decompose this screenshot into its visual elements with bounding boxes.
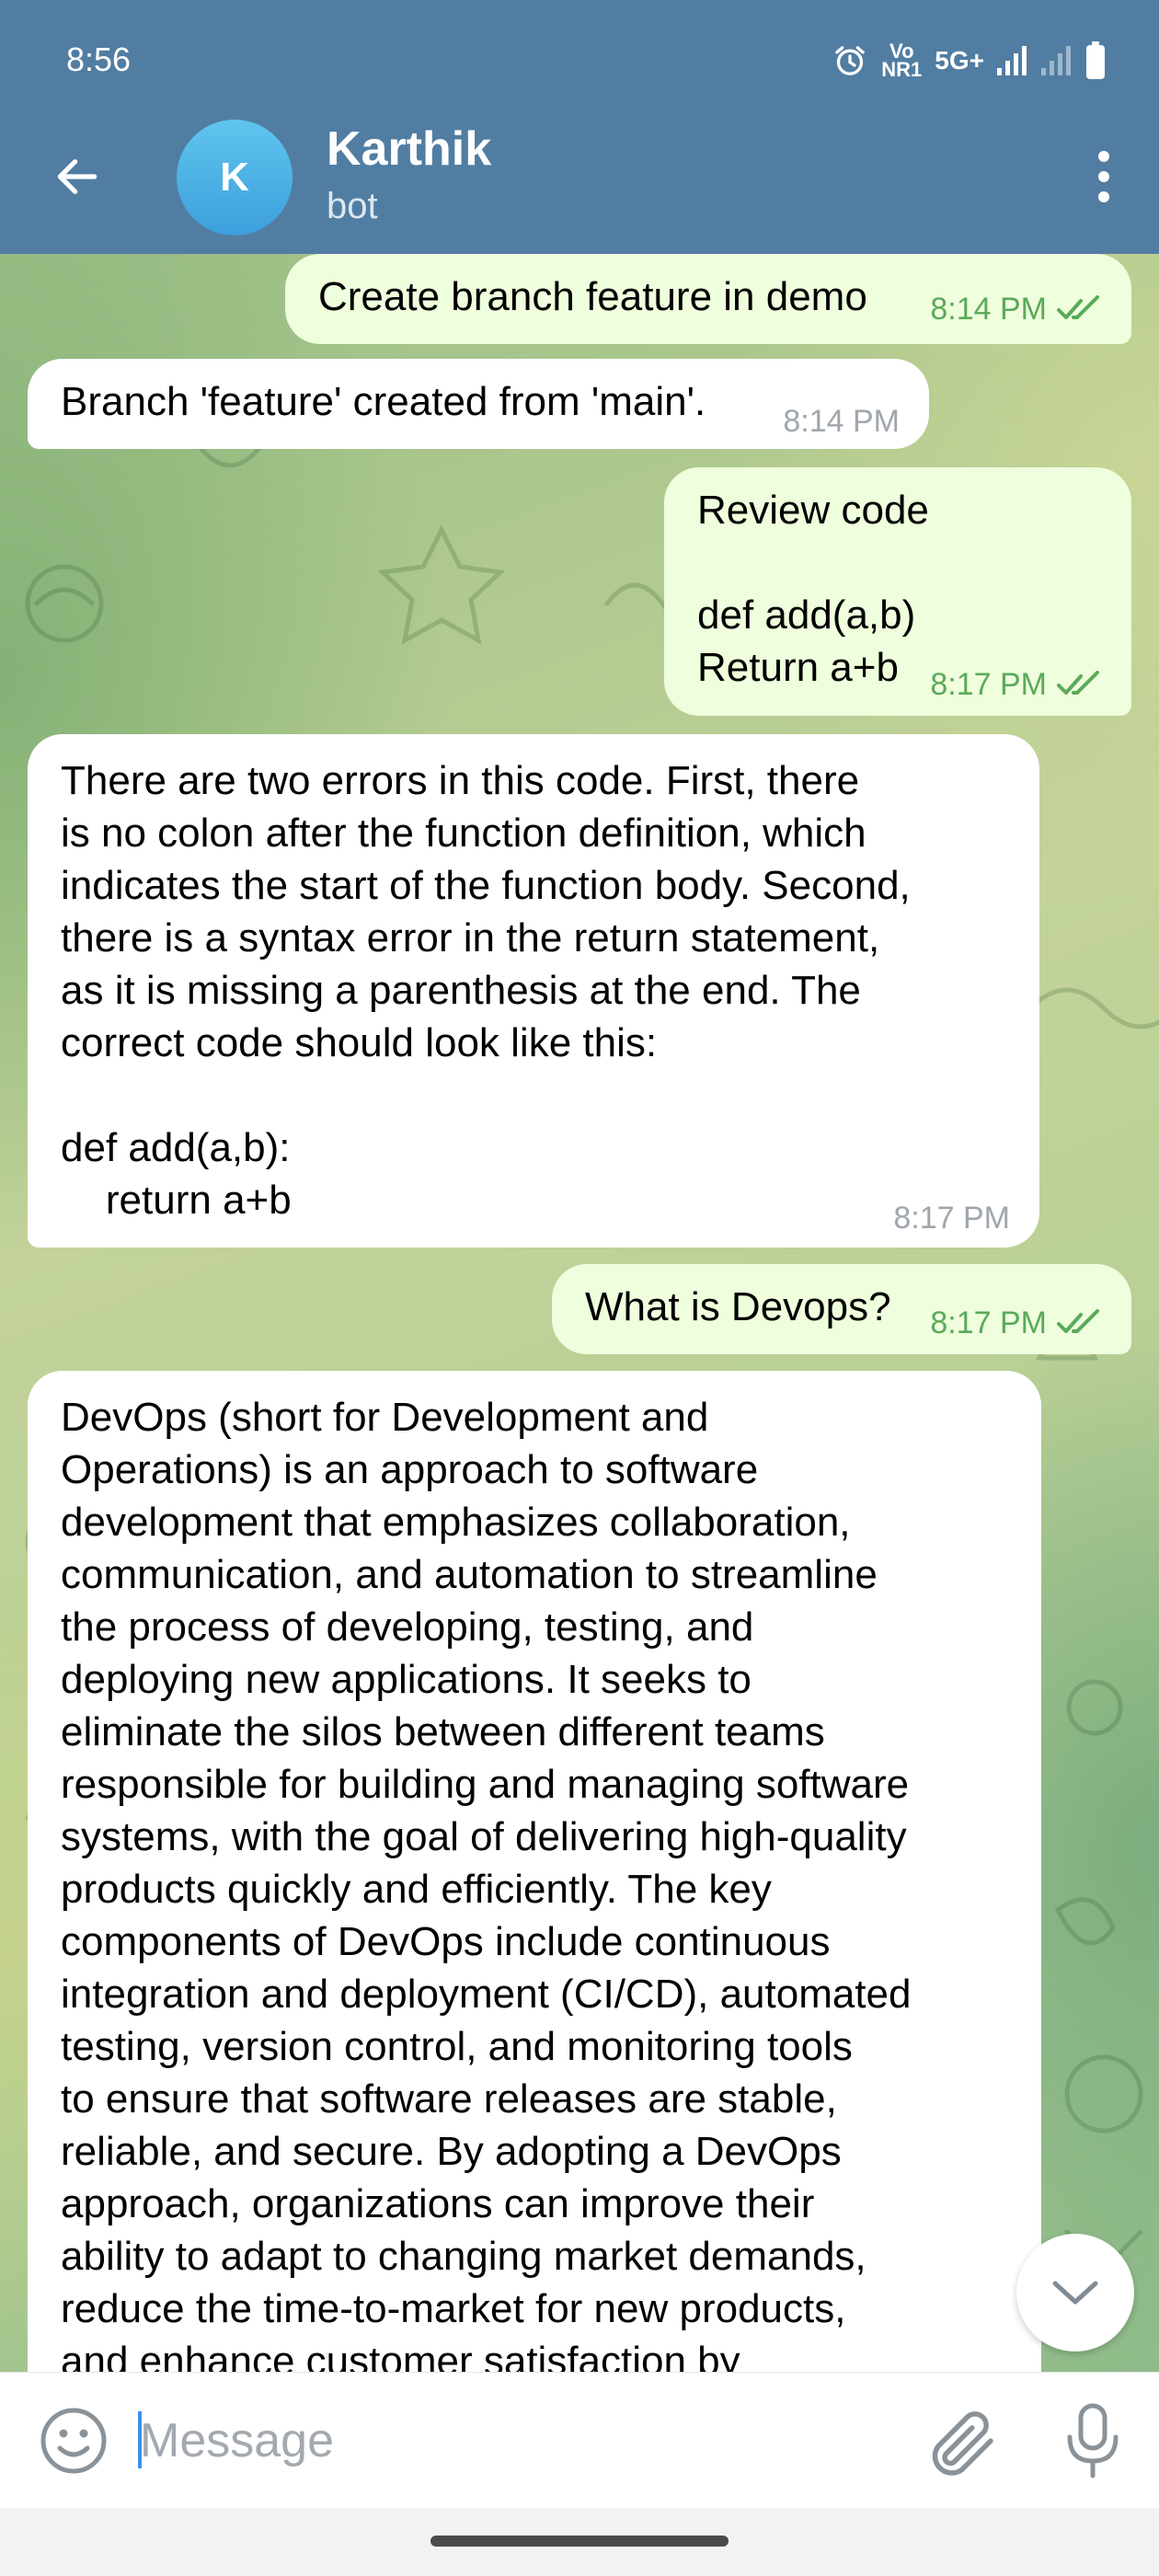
more-vertical-icon — [1098, 151, 1109, 202]
smiley-icon — [40, 2408, 107, 2474]
network-type: 5G+ — [935, 46, 984, 75]
double-check-icon — [1057, 671, 1099, 695]
message-text: DevOps (short for Development and Operat… — [61, 1395, 912, 2372]
chat-title[interactable]: Karthik — [327, 121, 491, 177]
chevron-down-icon — [1052, 2281, 1098, 2305]
paperclip-icon — [932, 2411, 993, 2476]
microphone-button[interactable] — [1056, 2400, 1130, 2481]
system-navigation-bar — [0, 2508, 1159, 2576]
emoji-button[interactable] — [37, 2404, 110, 2478]
message-text: Create branch feature in demo — [318, 274, 867, 319]
alarm-icon — [835, 46, 866, 75]
signal-strength-icon — [997, 46, 1027, 75]
message-meta: 8:17 PM — [930, 1305, 1102, 1341]
home-indicator[interactable] — [430, 2536, 729, 2547]
message-meta: 8:14 PM — [783, 403, 900, 440]
scroll-down-button[interactable] — [1016, 2234, 1134, 2352]
message-text: Branch 'feature' created from 'main'. — [61, 379, 706, 424]
message-text: What is Devops? — [585, 1284, 891, 1329]
message-bubble-incoming[interactable]: Branch 'feature' created from 'main'. 8:… — [28, 359, 929, 449]
message-input-bar — [0, 2372, 1159, 2508]
microphone-icon — [1067, 2403, 1119, 2478]
double-check-icon — [1057, 295, 1099, 319]
message-bubble-outgoing[interactable]: Review code def add(a,b) Return a+b 8:17… — [664, 467, 1131, 716]
message-bubble-incoming[interactable]: DevOps (short for Development and Operat… — [28, 1371, 1041, 2372]
chat-subtitle: bot — [327, 186, 378, 226]
telegram-chat-screen: 8:56 Vo NR1 5G+ K Karthik bot Create bra… — [0, 0, 1159, 2576]
message-meta: 8:17 PM — [930, 666, 1102, 703]
app-bar: K Karthik bot — [0, 110, 1159, 254]
message-time: 8:17 PM — [893, 1201, 1010, 1236]
chat-area[interactable]: Create branch feature in demo 8:14 PM Br… — [0, 254, 1159, 2372]
arrow-left-icon — [57, 159, 98, 194]
message-bubble-incoming[interactable]: There are two errors in this code. First… — [28, 734, 1039, 1248]
menu-button[interactable] — [1067, 136, 1141, 217]
signal-strength-secondary-icon — [1041, 46, 1071, 75]
message-input[interactable] — [140, 2400, 894, 2481]
double-check-icon — [1057, 1309, 1099, 1333]
header: 8:56 Vo NR1 5G+ K Karthik bot — [0, 0, 1159, 254]
status-bar: 8:56 Vo NR1 5G+ — [0, 0, 1159, 120]
status-icons: Vo NR1 5G+ — [832, 40, 1106, 81]
back-button[interactable] — [37, 136, 118, 217]
volte-indicator: Vo NR1 — [881, 41, 923, 81]
avatar[interactable]: K — [177, 120, 293, 236]
message-time: 8:17 PM — [930, 1305, 1047, 1340]
message-text: Review code def add(a,b) Return a+b — [697, 488, 929, 690]
message-bubble-outgoing[interactable]: Create branch feature in demo 8:14 PM — [285, 254, 1131, 344]
message-time: 8:17 PM — [930, 667, 1047, 702]
avatar-letter: K — [220, 155, 249, 200]
battery-icon — [1086, 41, 1105, 79]
attach-button[interactable] — [920, 2402, 1001, 2483]
message-time: 8:14 PM — [783, 404, 900, 439]
message-bubble-outgoing[interactable]: What is Devops? 8:17 PM — [552, 1264, 1131, 1354]
status-time: 8:56 — [66, 40, 132, 78]
message-time: 8:14 PM — [930, 292, 1047, 327]
message-meta: 8:17 PM — [893, 1200, 1010, 1236]
message-text: There are two errors in this code. First… — [61, 758, 911, 1223]
message-meta: 8:14 PM — [930, 291, 1102, 328]
nr-label: NR1 — [881, 58, 923, 81]
